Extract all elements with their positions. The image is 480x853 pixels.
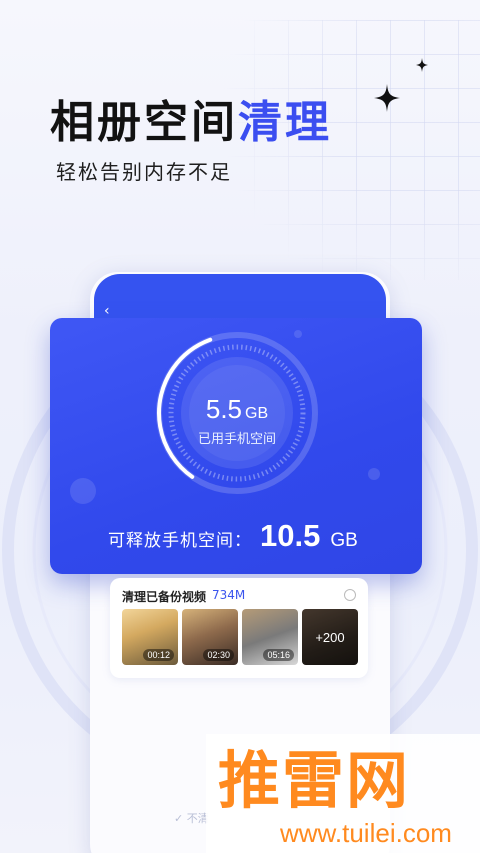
title-highlight: 清理 (238, 97, 332, 148)
backup-videos-size: 734M (212, 588, 246, 602)
page-subtitle: 轻松告别内存不足 (56, 160, 232, 184)
title-main: 相册空间 (50, 97, 238, 148)
used-space-value: 5.5 GB (154, 394, 320, 425)
background-grid (220, 20, 480, 280)
used-space-label: 已用手机空间 (197, 432, 276, 447)
video-thumbnail[interactable]: 00:12 (122, 609, 178, 665)
used-value-unit: GB (245, 405, 269, 422)
free-space-row: 可释放手机空间： 10.5 GB (108, 518, 358, 554)
select-radio[interactable] (344, 589, 356, 601)
video-duration: 00:12 (143, 649, 174, 661)
storage-card: 5.5 GB 已用手机空间 可释放手机空间： 10.5 GB (50, 318, 422, 574)
video-thumbnail[interactable]: 02:30 (182, 609, 238, 665)
free-space-unit: GB (330, 530, 358, 551)
free-space-label: 可释放手机空间： (108, 531, 252, 551)
more-videos-thumbnail[interactable]: +200 (302, 609, 358, 665)
video-duration: 05:16 (263, 649, 294, 661)
back-arrow-icon[interactable]: ‹ (104, 303, 110, 319)
watermark-logo: 推雷网 (218, 744, 411, 817)
backup-videos-panel[interactable]: 清理已备份视频 734M 00:12 02:30 05:16 +200 (110, 578, 368, 678)
video-thumbnail[interactable]: 05:16 (242, 609, 298, 665)
video-duration: 02:30 (203, 649, 234, 661)
more-videos-count: +200 (302, 609, 358, 665)
free-space-value: 10.5 (260, 518, 321, 553)
decor-dot (368, 468, 380, 480)
footer-partial-text: ✓ 不清 (174, 812, 209, 825)
sparkle-large-icon (374, 84, 400, 112)
decor-dot (70, 478, 96, 504)
backup-videos-title: 清理已备份视频 (122, 590, 207, 604)
used-value-number: 5.5 (205, 394, 243, 424)
sparkle-small-icon (416, 58, 428, 72)
watermark-url: www.tuilei.com (280, 818, 452, 848)
page-title: 相册空间清理 (50, 86, 332, 150)
